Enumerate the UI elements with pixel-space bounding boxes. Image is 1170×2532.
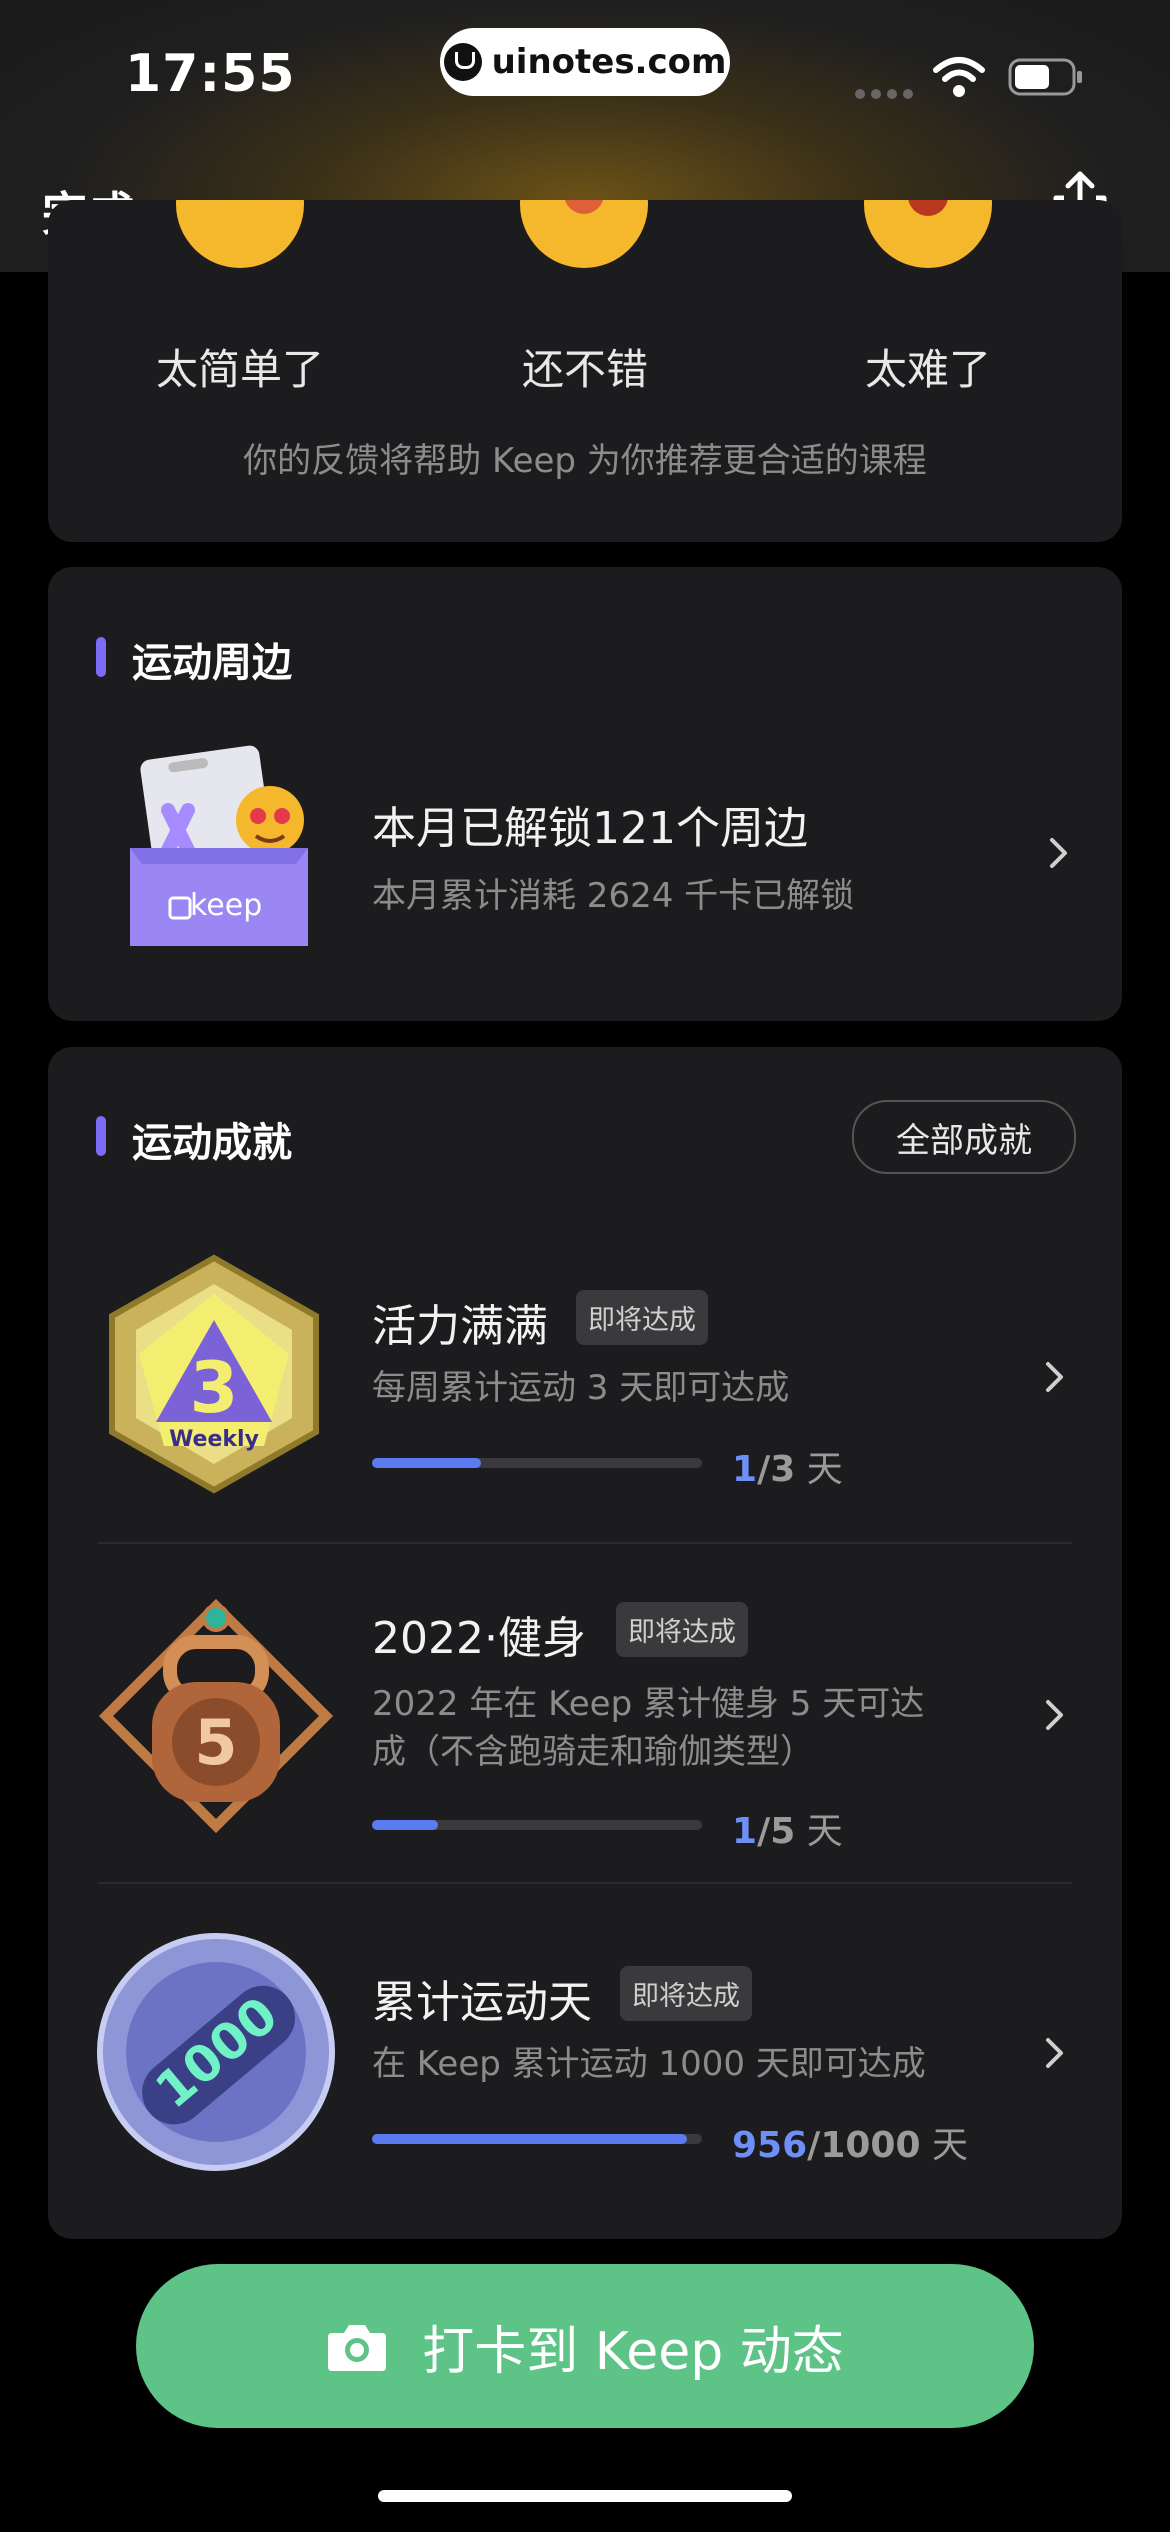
achievement-desc-line2: 成（不含跑骑走和瑜伽类型） xyxy=(372,1732,814,1772)
achievement-title: 2022·健身 xyxy=(372,1613,586,1664)
camera-icon xyxy=(328,2325,387,2371)
progress-total: 5 xyxy=(770,1811,796,1852)
kettlebell-medal-text: 5 xyxy=(194,1706,237,1779)
achievement-title: 活力满满 xyxy=(372,1301,548,1352)
weekly-medal-text: Weekly xyxy=(169,1427,259,1452)
weekly-medal-icon: 3 Weekly xyxy=(109,1254,319,1494)
status-time: 17:55 xyxy=(125,44,296,104)
home-indicator[interactable] xyxy=(378,2490,792,2502)
progress-current: 956 xyxy=(732,2125,808,2166)
progress-track xyxy=(372,2134,702,2144)
progress-text: 1/5 天 xyxy=(732,1811,843,1852)
progress-unit: 天 xyxy=(806,1449,843,1490)
merch-box-brand: keep xyxy=(190,888,263,923)
divider xyxy=(98,1542,1072,1544)
progress-current: 1 xyxy=(732,1449,758,1490)
uinotes-logo-icon xyxy=(443,43,482,81)
feedback-option-easy[interactable]: 太简单了 xyxy=(90,336,390,397)
all-achievements-button[interactable]: 全部成就 xyxy=(852,1100,1076,1174)
svg-text:3: 3 xyxy=(190,1347,239,1429)
progress-track xyxy=(372,1458,702,1468)
achievement-desc-line1: 2022 年在 Keep 累计健身 5 天可达 xyxy=(372,1684,925,1724)
emoji-hard-icon[interactable] xyxy=(864,200,992,268)
progress-text: 1/3 天 xyxy=(732,1449,843,1490)
progress-total: 1000 xyxy=(820,2125,921,2166)
checkin-label: 打卡到 Keep 动态 xyxy=(422,2321,844,2382)
1000-days-medal-icon: 1000 xyxy=(97,1933,335,2171)
kettlebell-medal-icon: 5 xyxy=(98,1598,334,1834)
chevron-right-icon[interactable] xyxy=(1044,2036,1066,2070)
emoji-row xyxy=(48,200,1122,272)
feedback-option-hard[interactable]: 太难了 xyxy=(778,336,1078,397)
signal-icon xyxy=(855,84,919,103)
status-badge: 即将达成 xyxy=(616,1602,748,1657)
progress-fill xyxy=(372,1458,481,1468)
section-accent-bar xyxy=(96,1116,106,1156)
progress-total: 3 xyxy=(770,1449,796,1490)
progress-track xyxy=(372,1820,702,1830)
progress-unit: 天 xyxy=(806,1811,843,1852)
checkin-keep-button[interactable]: 打卡到 Keep 动态 xyxy=(136,2264,1034,2428)
battery-icon xyxy=(1008,58,1082,96)
emoji-easy-icon[interactable] xyxy=(176,200,304,268)
chevron-right-icon[interactable] xyxy=(1044,1698,1066,1732)
wifi-icon xyxy=(933,57,985,97)
status-badge: 即将达成 xyxy=(576,1290,708,1345)
achievement-desc: 在 Keep 累计运动 1000 天即可达成 xyxy=(372,2044,926,2084)
progress-unit: 天 xyxy=(931,2125,968,2166)
emoji-ok-icon[interactable] xyxy=(520,200,648,268)
progress-current: 1 xyxy=(732,1811,758,1852)
chevron-right-icon[interactable] xyxy=(1048,836,1070,870)
achievement-title: 累计运动天 xyxy=(372,1977,592,2028)
achievements-section-title: 运动成就 xyxy=(132,1120,292,1166)
achievement-desc: 每周累计运动 3 天即可达成 xyxy=(372,1368,790,1408)
url-text: uinotes.com xyxy=(491,42,727,82)
merch-section-title: 运动周边 xyxy=(132,640,292,686)
progress-fill xyxy=(372,1820,438,1830)
merch-title: 本月已解锁121个周边 xyxy=(372,803,808,854)
status-badge: 即将达成 xyxy=(620,1966,752,2021)
feedback-option-ok[interactable]: 还不错 xyxy=(435,336,735,397)
url-pill[interactable]: uinotes.com xyxy=(440,28,730,96)
chevron-right-icon[interactable] xyxy=(1044,1360,1066,1394)
section-accent-bar xyxy=(96,637,106,677)
merch-subtitle: 本月累计消耗 2624 千卡已解锁 xyxy=(372,876,855,916)
feedback-hint: 你的反馈将帮助 Keep 为你推荐更合适的课程 xyxy=(243,441,927,481)
divider xyxy=(98,1882,1072,1884)
progress-text: 956/1000 天 xyxy=(732,2125,968,2166)
progress-fill xyxy=(372,2134,688,2144)
